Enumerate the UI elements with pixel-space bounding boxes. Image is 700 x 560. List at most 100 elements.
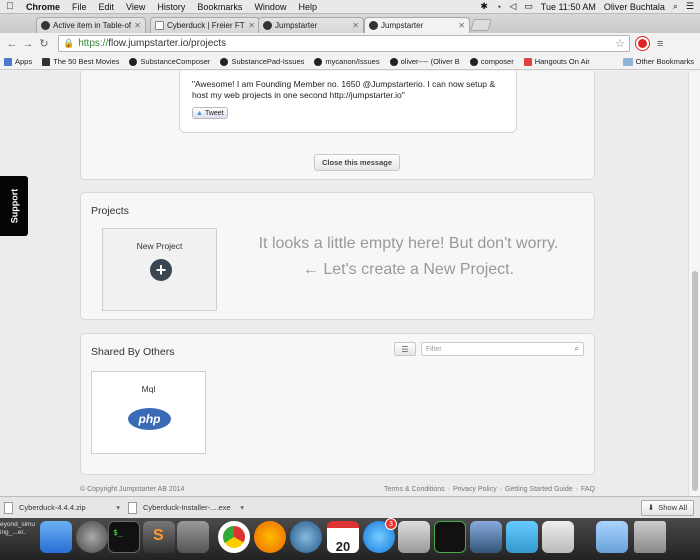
notes-icon[interactable] bbox=[506, 521, 538, 553]
bookmark-composer[interactable]: composer bbox=[469, 57, 514, 66]
download-item[interactable]: Cyberduck-4.4.4.zip ▾ bbox=[4, 501, 120, 514]
url-path: /projects bbox=[188, 38, 227, 49]
bookmark-movies[interactable]: The 50 Best Movies bbox=[42, 57, 119, 66]
download-name: Cyberduck-Installer-....exe bbox=[143, 503, 231, 512]
new-project-card[interactable]: New Project + bbox=[102, 228, 217, 311]
notifications-icon[interactable]: ☰ bbox=[686, 1, 694, 12]
hamburger-menu-icon[interactable]: ≡ bbox=[657, 38, 663, 50]
status-area: ✱ ◔ ◁ ▭ Tue 11:50 AM Oliver Buchtala ⌕ ☰ bbox=[472, 1, 700, 12]
footer-link-guide[interactable]: Getting Started Guide bbox=[505, 486, 573, 493]
empty-line-1: It looks a little empty here! But don't … bbox=[258, 235, 559, 252]
new-tab-button[interactable] bbox=[470, 19, 492, 31]
filter-placeholder: Filter bbox=[426, 345, 442, 353]
forward-arrow-icon[interactable]: → bbox=[20, 38, 36, 50]
textedit-icon[interactable] bbox=[542, 521, 574, 553]
mail-stamp-icon[interactable] bbox=[470, 521, 502, 553]
reload-icon[interactable]: ↻ bbox=[36, 37, 52, 50]
shared-project-card[interactable]: Mql php bbox=[91, 371, 206, 454]
close-icon[interactable]: ✕ bbox=[458, 21, 465, 30]
shared-title: Shared By Others bbox=[91, 346, 175, 358]
bookmark-star-icon[interactable]: ☆ bbox=[615, 37, 625, 50]
trash-icon[interactable] bbox=[634, 521, 666, 553]
plus-circle-icon: + bbox=[150, 259, 172, 281]
bluetooth-icon[interactable]: ✱ bbox=[480, 1, 488, 12]
projects-title: Projects bbox=[91, 205, 129, 217]
bookmark-label: SubstanceComposer bbox=[140, 57, 211, 66]
tab-jumpstarter-active[interactable]: Jumpstarter ✕ bbox=[364, 17, 470, 33]
folder-icon bbox=[622, 57, 633, 66]
other-bookmarks[interactable]: Other Bookmarks bbox=[622, 57, 694, 66]
firefox-icon[interactable] bbox=[254, 521, 286, 553]
tab-github-issue[interactable]: Active item in Table-of-c ✕ bbox=[36, 17, 146, 33]
wifi-icon[interactable]: ◔ bbox=[496, 2, 501, 12]
finder-icon[interactable] bbox=[40, 521, 72, 553]
page-viewport: Support "Awesome! I am Founding Member n… bbox=[0, 71, 700, 496]
sublime-text-icon[interactable]: S bbox=[143, 521, 175, 553]
footer-link-privacy[interactable]: Privacy Policy bbox=[453, 486, 497, 493]
terminal-icon[interactable]: $_ bbox=[108, 521, 140, 553]
download-item[interactable]: Cyberduck-Installer-....exe ▾ bbox=[128, 501, 244, 514]
bookmark-oliver[interactable]: oliver---- (Oliver B bbox=[389, 57, 460, 66]
menu-view[interactable]: View bbox=[120, 2, 151, 12]
chevron-down-icon[interactable]: ▾ bbox=[240, 503, 244, 512]
scrollbar-thumb[interactable] bbox=[692, 271, 698, 491]
close-message-button[interactable]: Close this message bbox=[314, 154, 401, 171]
footer-link-terms[interactable]: Terms & Conditions bbox=[384, 486, 445, 493]
close-icon[interactable]: ✕ bbox=[352, 21, 359, 30]
github-icon bbox=[41, 21, 50, 30]
battery-icon[interactable]: ▭ bbox=[524, 1, 533, 12]
show-all-label: Show All bbox=[658, 503, 687, 512]
spotlight-icon[interactable]: ⌕ bbox=[673, 1, 678, 12]
menu-edit[interactable]: Edit bbox=[93, 2, 121, 12]
chevron-down-icon[interactable]: ▾ bbox=[116, 503, 120, 512]
list-view-toggle[interactable]: ☰ bbox=[394, 342, 416, 356]
menu-file[interactable]: File bbox=[66, 2, 93, 12]
menu-history[interactable]: History bbox=[151, 2, 191, 12]
separator: · bbox=[447, 486, 450, 493]
filter-input[interactable]: Filter ⌕ bbox=[421, 342, 584, 356]
bookmark-apps[interactable]: Apps bbox=[4, 57, 32, 66]
jumpstarter-icon bbox=[263, 21, 272, 30]
volume-icon[interactable]: ◁ bbox=[509, 1, 516, 12]
page-scrollbar[interactable] bbox=[688, 71, 700, 496]
thunderbird-icon[interactable] bbox=[290, 521, 322, 553]
app-store-icon[interactable]: 3 bbox=[363, 518, 397, 553]
activity-monitor-icon[interactable] bbox=[434, 521, 466, 553]
cyberduck-icon[interactable] bbox=[177, 521, 209, 553]
menu-bookmarks[interactable]: Bookmarks bbox=[191, 2, 248, 12]
back-arrow-icon[interactable]: ← bbox=[4, 38, 20, 50]
menu-window[interactable]: Window bbox=[248, 2, 292, 12]
calendar-icon[interactable]: 20 bbox=[327, 521, 359, 554]
bookmark-hangouts[interactable]: Hangouts On Air bbox=[523, 57, 590, 66]
clock[interactable]: Tue 11:50 AM bbox=[541, 2, 596, 12]
bookmark-substancepad[interactable]: SubstancePad-Issues bbox=[220, 57, 304, 66]
bookmark-substancecomposer[interactable]: SubstanceComposer bbox=[129, 57, 210, 66]
github-icon bbox=[129, 57, 138, 66]
menu-help[interactable]: Help bbox=[292, 2, 323, 12]
bookmark-mycanon[interactable]: mycanon/Issues bbox=[314, 57, 380, 66]
tweet-button[interactable]: ▲ Tweet bbox=[192, 107, 228, 119]
apple-icon[interactable]:  bbox=[0, 1, 20, 12]
file-icon bbox=[128, 501, 137, 514]
menu-chrome[interactable]: Chrome bbox=[20, 2, 66, 12]
address-bar[interactable]: 🔒 https://flow.jumpstarter.io/projects ☆ bbox=[58, 35, 630, 52]
empty-line-2: ← Let's create a New Project. bbox=[302, 261, 515, 278]
folder-icon[interactable] bbox=[596, 521, 628, 553]
footer-link-faq[interactable]: FAQ bbox=[581, 486, 595, 493]
bookmark-label: SubstancePad-Issues bbox=[231, 57, 305, 66]
extension-icon[interactable] bbox=[636, 37, 649, 50]
user-name[interactable]: Oliver Buchtala bbox=[604, 2, 665, 12]
launchpad-icon[interactable] bbox=[76, 521, 108, 553]
preview-icon[interactable] bbox=[398, 521, 430, 553]
shared-project-label: Mql bbox=[141, 384, 156, 394]
tab-cyberduck[interactable]: Cyberduck | Freier FTP, SF ✕ bbox=[150, 17, 260, 33]
footer-links: Terms & Conditions · Privacy Policy · Gett… bbox=[381, 486, 595, 493]
tab-jumpstarter-1[interactable]: Jumpstarter ✕ bbox=[258, 17, 364, 33]
shared-panel: Shared By Others ☰ Filter ⌕ Mql php bbox=[80, 333, 595, 475]
support-tab[interactable]: Support bbox=[0, 176, 28, 236]
show-all-button[interactable]: ⬇ Show All bbox=[640, 499, 694, 516]
close-icon[interactable]: ✕ bbox=[248, 21, 255, 30]
close-icon[interactable]: ✕ bbox=[134, 21, 141, 30]
chrome-icon[interactable] bbox=[218, 521, 250, 553]
url-host: flow.jumpstarter.io bbox=[108, 38, 189, 49]
